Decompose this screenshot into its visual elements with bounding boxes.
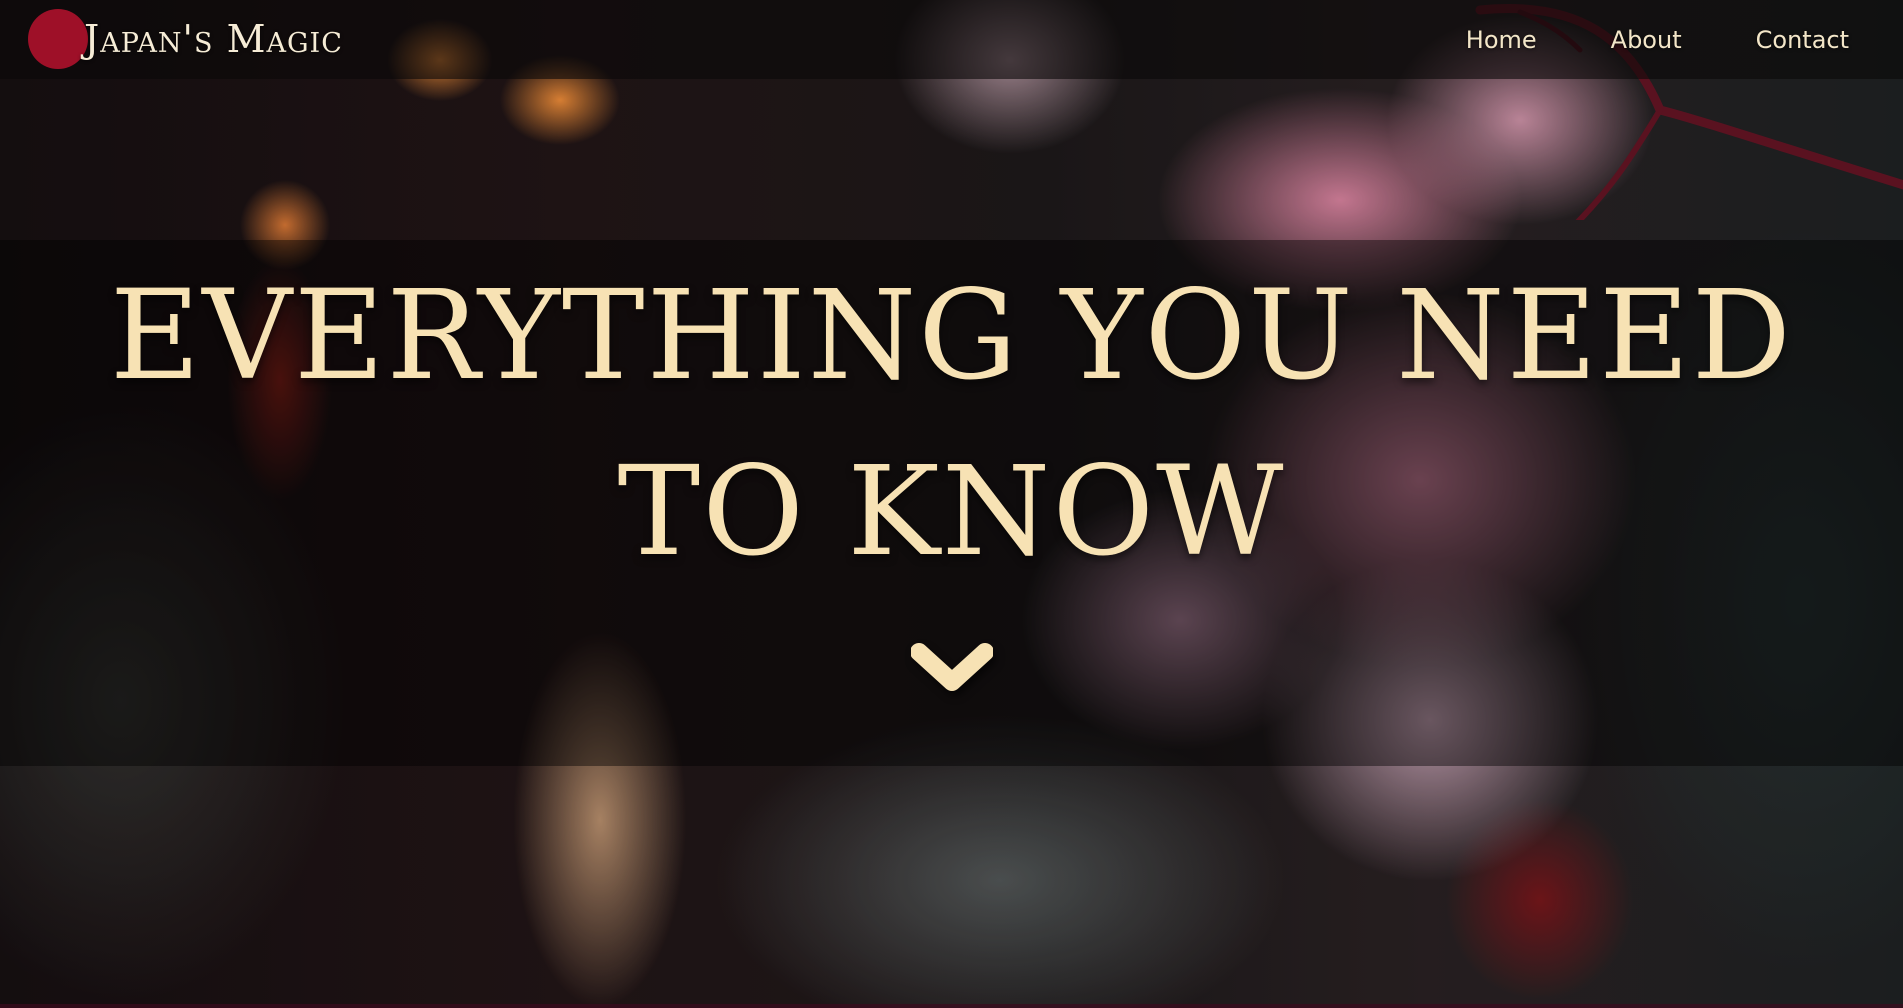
hero-background: Japan's Magic Home About Contact EVERYTH… — [0, 0, 1903, 1008]
hero-title: EVERYTHING YOU NEED TO KNOW — [109, 264, 1794, 584]
brand-name: Japan's Magic — [84, 17, 343, 61]
brand-logo-link[interactable]: Japan's Magic — [28, 9, 343, 69]
bottom-edge — [0, 1004, 1903, 1008]
chevron-down-icon — [911, 643, 993, 691]
nav-link-contact[interactable]: Contact — [1756, 26, 1849, 54]
top-navbar: Japan's Magic Home About Contact — [0, 0, 1903, 79]
main-nav: Home About Contact — [1392, 0, 1849, 79]
nav-link-about[interactable]: About — [1611, 26, 1682, 54]
nav-link-home[interactable]: Home — [1466, 26, 1537, 54]
scroll-down-button[interactable] — [911, 638, 993, 698]
rising-sun-icon — [28, 9, 88, 69]
